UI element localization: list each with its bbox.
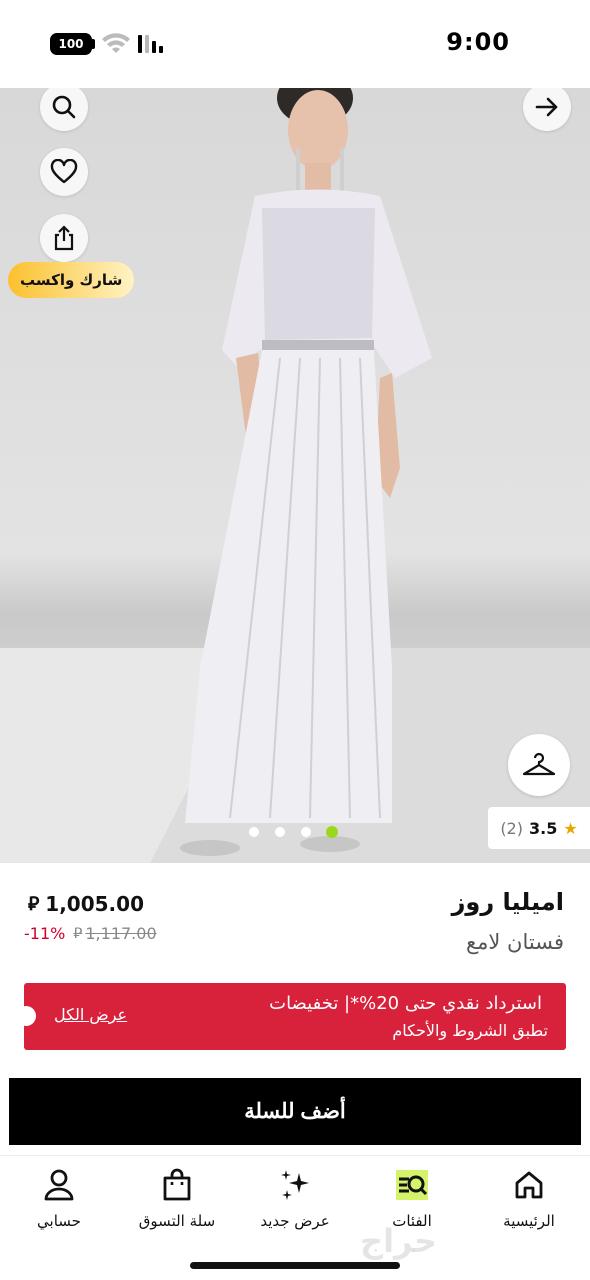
battery-icon: 100 [50,33,92,55]
wifi-icon [102,33,130,53]
status-bar: 100 9:00 [0,0,590,88]
pagination-dot-active[interactable] [326,826,338,838]
heart-icon [50,159,78,184]
riyal-icon: ⃁ [28,893,40,915]
battery-level: 100 [58,37,84,51]
pagination-dot[interactable] [300,826,312,838]
nav-item-cart[interactable]: سلة التسوق [118,1164,236,1230]
pagination-dot[interactable] [274,826,286,838]
share-and-earn-badge[interactable]: شارك واكسب [8,262,135,298]
star-icon: ★ [563,818,578,838]
wishlist-button[interactable] [40,148,88,196]
nav-label: سلة التسوق [138,1212,216,1230]
status-time: 9:00 [446,28,510,56]
old-price: ⃁ 1,117.00 [73,924,156,943]
discount-percent: -11% [24,924,66,943]
pagination-dot[interactable] [248,826,260,838]
share-icon [54,225,74,251]
promo-terms: تطبق الشروط والأحكام [392,1021,548,1040]
view-all-link[interactable]: عرض الكل [54,1005,127,1024]
rating-badge[interactable]: (2) 3.5 ★ [488,807,590,849]
rating-value: 3.5 [528,818,558,838]
home-icon [515,1171,543,1199]
nav-item-home[interactable]: الرئيسية [470,1164,588,1230]
search-icon [52,95,76,119]
promo-title: استرداد نقدي حتى 20%*| تخفيضات [269,993,542,1014]
price-value: 1,005.00 [45,892,144,916]
gallery-pagination [248,826,338,838]
nav-item-categories[interactable]: الفئات [353,1164,471,1230]
brand-name[interactable]: اميليا روز [452,888,564,916]
nav-label: الرئيسية [503,1212,555,1230]
nav-label: عرض جديد [260,1212,330,1230]
home-indicator[interactable] [190,1262,400,1269]
cashback-promo-banner[interactable]: استرداد نقدي حتى 20%*| تخفيضات تطبق الشر… [24,983,566,1050]
arrow-right-icon [535,97,558,117]
current-price: ⃁ 1,005.00 [28,892,144,916]
add-to-cart-button[interactable]: أضف للسلة [9,1078,581,1145]
product-image-gallery[interactable]: شارك واكسب (2) 3.5 ★ [0,88,590,863]
share-button[interactable] [40,214,88,262]
hanger-icon [522,752,556,776]
similar-items-button[interactable] [508,734,570,796]
signal-icon [138,33,163,53]
nav-item-account[interactable]: حسابي [0,1164,118,1230]
old-price-value: 1,117.00 [85,924,157,943]
banner-notch [24,1006,36,1026]
price-details: -11% ⃁ 1,117.00 [24,924,157,943]
user-icon [44,1169,74,1201]
watermark-logo: حراج [360,1222,437,1260]
riyal-icon: ⃁ [73,924,83,942]
product-name: فستان لامع [465,930,564,954]
shopping-bag-icon [163,1168,191,1201]
rating-count: (2) [500,818,523,838]
battery-cap [92,39,95,49]
categories-icon [396,1170,428,1200]
nav-label: حسابي [37,1212,81,1230]
sparkles-icon [281,1170,309,1200]
product-photo [0,88,590,863]
nav-item-new-offers[interactable]: عرض جديد [236,1164,354,1230]
